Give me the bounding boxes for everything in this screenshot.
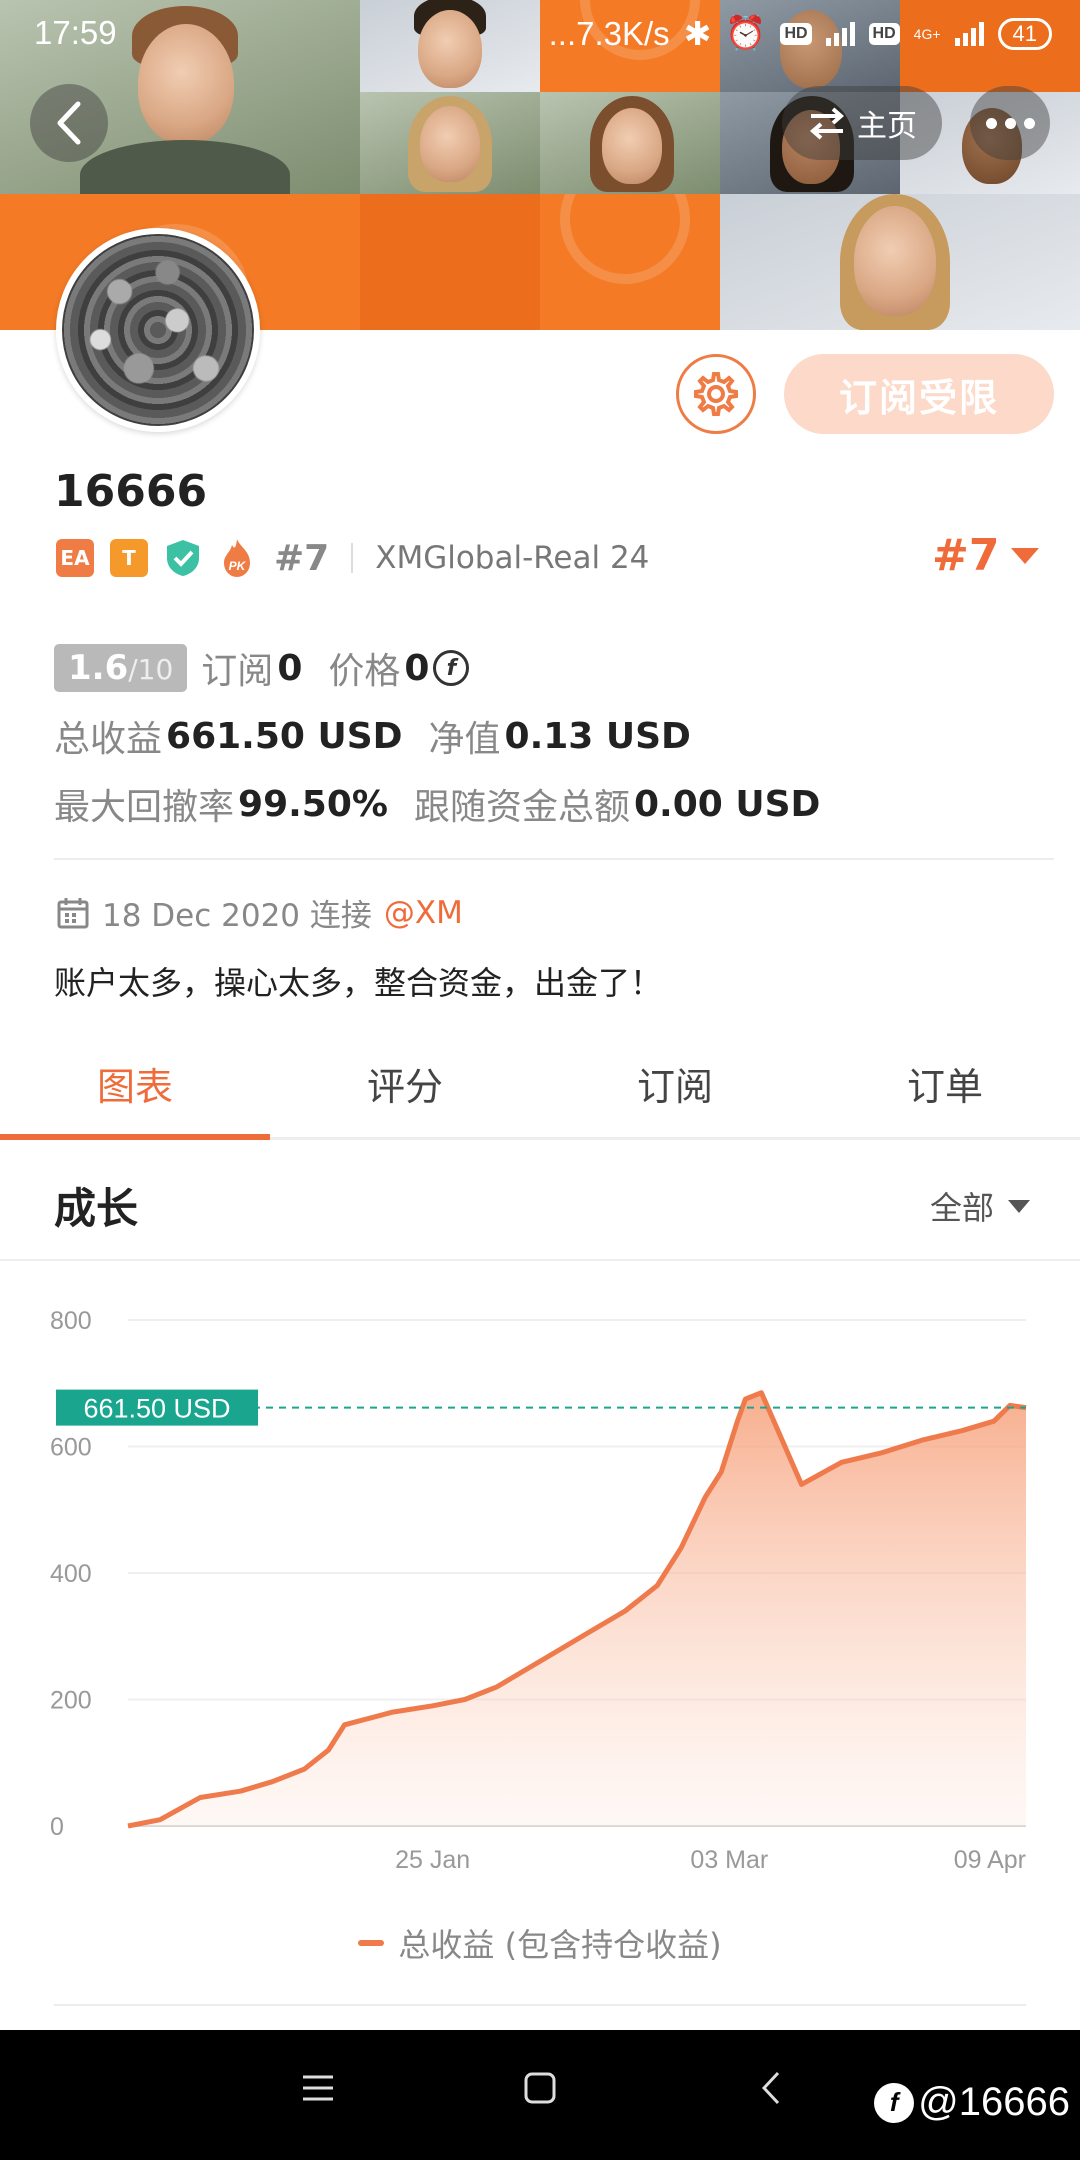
legend-swatch xyxy=(358,1940,385,1946)
y-tick-label: 400 xyxy=(50,1560,92,1588)
score-value: 1.6 xyxy=(68,648,129,688)
settings-button[interactable] xyxy=(676,354,756,434)
signal-icon xyxy=(954,21,984,46)
watermark-text: @16666 xyxy=(918,2080,1070,2124)
coin-icon: f xyxy=(433,650,470,686)
hd-badge: HD xyxy=(780,22,812,45)
banner-photo xyxy=(720,194,1080,330)
tab-chart[interactable]: 图表 xyxy=(0,1030,270,1140)
connection-date: 18 Dec 2020 连接 xyxy=(102,898,372,934)
home-button[interactable]: 主页 xyxy=(782,86,942,160)
x-tick-label: 09 Apr xyxy=(954,1846,1026,1874)
broker-link[interactable]: @XM xyxy=(384,895,463,931)
ea-badge[interactable]: EA xyxy=(56,539,94,577)
home-label: 主页 xyxy=(857,109,917,144)
growth-chart-svg: 661.50 USD 800 600 400 200 0 25 Jan 03 Mar 09 A… xyxy=(50,1307,1027,1874)
divider xyxy=(54,2004,1026,2006)
chart-legend: 总收益 (包含持仓收益) xyxy=(0,1920,1080,1966)
back-icon[interactable] xyxy=(754,2070,790,2106)
subscribe-count-label: 订阅 xyxy=(201,651,274,692)
max-drawdown-value: 99.50% xyxy=(238,783,388,825)
follow-funds-label: 跟随资金总额 xyxy=(413,787,630,828)
svg-text:PK: PK xyxy=(229,559,247,573)
watermark: f @16666 xyxy=(874,2080,1070,2125)
more-button[interactable] xyxy=(970,86,1050,160)
y-tick-label: 800 xyxy=(50,1307,92,1335)
y-tick-label: 200 xyxy=(50,1687,92,1715)
score-badge: 1.6/10 xyxy=(54,644,188,692)
growth-chart[interactable]: 661.50 USD 800 600 400 200 0 25 Jan 03 Mar 09 A… xyxy=(0,1262,1080,2022)
status-bar: 17:59 ...7.3K/s ✱ ⏰ HD HD 4G+ 41 xyxy=(0,0,1080,66)
back-button[interactable] xyxy=(30,84,108,162)
bluetooth-icon: ✱ xyxy=(683,15,712,52)
equity-label: 净值 xyxy=(428,719,501,760)
hd-badge: HD xyxy=(868,22,900,45)
price-label: 价格 xyxy=(328,651,401,692)
badge-row: EA T PK #7 XMGlobal-Real 24 xyxy=(56,534,649,582)
network-type: 4G+ xyxy=(913,25,941,42)
current-value-label: 661.50 USD xyxy=(83,1394,230,1424)
y-tick-label: 600 xyxy=(50,1434,92,1462)
chart-header: 成长 全部 xyxy=(0,1145,1080,1261)
pk-flame-icon[interactable]: PK xyxy=(218,537,256,579)
x-tick-label: 25 Jan xyxy=(395,1846,470,1874)
banner-pattern xyxy=(360,194,540,330)
tab-orders[interactable]: 订单 xyxy=(810,1030,1080,1137)
range-filter-dropdown[interactable]: 全部 xyxy=(930,1183,1030,1229)
chevron-left-icon xyxy=(57,101,81,145)
gear-icon xyxy=(694,372,738,416)
trader-badge[interactable]: T xyxy=(110,539,148,577)
equity-value: 0.13 USD xyxy=(504,715,691,757)
network-speed: ...7.3K/s xyxy=(548,14,670,52)
battery-icon: 41 xyxy=(997,17,1052,50)
alarm-icon: ⏰ xyxy=(725,14,767,51)
tab-subscriptions[interactable]: 订阅 xyxy=(540,1030,810,1137)
subscribe-button[interactable]: 订阅受限 xyxy=(784,354,1054,434)
x-tick-label: 03 Mar xyxy=(690,1846,768,1874)
tab-bar: 图表 评分 订阅 订单 xyxy=(0,1030,1080,1140)
stat-row: 最大回撤率 99.50% 跟随资金总额 0.00 USD xyxy=(54,776,1054,832)
signal-icon xyxy=(825,21,855,46)
swap-icon xyxy=(809,107,845,140)
username: 16666 xyxy=(54,466,208,517)
divider xyxy=(351,543,354,573)
caret-down-icon xyxy=(1011,547,1040,564)
subscribe-count-value: 0 xyxy=(277,647,303,689)
banner-pattern xyxy=(540,194,720,330)
status-time: 17:59 xyxy=(34,14,117,51)
y-tick-label: 0 xyxy=(50,1813,64,1841)
rank-label: #7 xyxy=(274,537,330,579)
menu-icon[interactable] xyxy=(300,2070,336,2106)
bio-text: 账户太多，操心太多，整合资金，出金了！ xyxy=(54,964,663,1002)
score-max: /10 xyxy=(128,653,174,686)
brand-logo-icon: f xyxy=(874,2082,915,2123)
range-filter-label: 全部 xyxy=(929,1189,994,1227)
max-drawdown-label: 最大回撤率 xyxy=(54,787,235,828)
banner-photo xyxy=(540,92,720,194)
legend-label: 总收益 (包含持仓收益) xyxy=(398,1926,722,1964)
rank-dropdown[interactable]: #7 xyxy=(932,530,1040,581)
caret-down-icon xyxy=(1008,1199,1030,1213)
server-name: XMGlobal-Real 24 xyxy=(375,540,650,576)
calendar-icon xyxy=(57,897,89,928)
follow-funds-value: 0.00 USD xyxy=(633,783,821,825)
stats-panel: 1.6/10 订阅 0 价格 0 f 总收益 661.50 USD 净值 0.1… xyxy=(54,640,1054,844)
tab-rating[interactable]: 评分 xyxy=(270,1030,540,1137)
total-profit-label: 总收益 xyxy=(54,719,163,760)
banner-photo xyxy=(360,92,540,194)
divider xyxy=(54,858,1054,860)
chart-section-title: 成长 xyxy=(54,1184,139,1233)
shield-icon[interactable] xyxy=(164,538,202,578)
series-area xyxy=(128,1392,1026,1826)
avatar[interactable] xyxy=(56,228,260,432)
home-square-icon[interactable] xyxy=(522,2070,558,2106)
stat-row: 总收益 661.50 USD 净值 0.13 USD xyxy=(54,708,1054,764)
rank-value: #7 xyxy=(932,530,1000,581)
more-icon xyxy=(985,117,997,129)
stat-row: 1.6/10 订阅 0 价格 0 f xyxy=(54,640,1054,696)
total-profit-value: 661.50 USD xyxy=(166,715,403,757)
connection-info: 18 Dec 2020 连接 @XM xyxy=(56,890,463,935)
price-value: 0 xyxy=(404,647,430,689)
